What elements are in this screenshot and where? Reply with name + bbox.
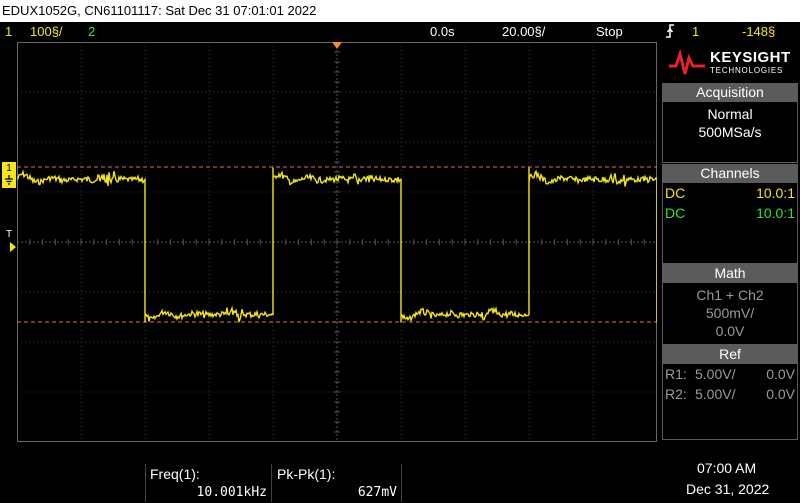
acquisition-header[interactable]: Acquisition (662, 83, 798, 101)
ch1-number[interactable]: 1 (5, 22, 12, 42)
measurement-freq[interactable]: Freq(1): 10.001kHz (145, 464, 272, 502)
brand-logo: KEYSIGHT TECHNOLOGIES (660, 42, 800, 82)
math-offset: 0.0V (715, 323, 745, 339)
measurement-bar: Freq(1): 10.001kHz Pk-Pk(1): 627mV 07:00… (0, 460, 800, 503)
keysight-logo-icon (669, 48, 705, 75)
ref2-scale: 5.00V/ (695, 386, 736, 402)
ch1-ground-label: 1 (6, 163, 12, 174)
pkpk-label: Pk-Pk(1): (277, 466, 336, 482)
waveform-display[interactable] (17, 42, 657, 442)
ch2-coupling: DC (665, 205, 686, 221)
ch2-probe: 10.0:1 (756, 205, 795, 221)
math-panel[interactable]: Ch1 + Ch2 500mV/ 0.0V (662, 282, 798, 345)
ref2-label: R2: (665, 386, 687, 402)
time-scale[interactable]: 20.00§/ (502, 22, 545, 42)
time-delay[interactable]: 0.0s (430, 22, 455, 42)
ref2-offset: 0.0V (766, 386, 795, 402)
ref-panel[interactable]: R1: 5.00V/ 0.0V R2: 5.00V/ 0.0V (662, 363, 798, 440)
pkpk-value: 627mV (357, 485, 397, 500)
ground-icon (5, 175, 13, 185)
clock-time: 07:00 AM (697, 460, 757, 476)
brand-sub: TECHNOLOGIES (710, 66, 784, 75)
ch1-coupling: DC (665, 185, 686, 201)
trigger-level-marker[interactable]: T (6, 229, 12, 240)
measurement-pkpk[interactable]: Pk-Pk(1): 627mV (273, 464, 402, 502)
ref-header[interactable]: Ref (662, 345, 798, 363)
acquisition-panel[interactable]: Normal 500MSa/s (662, 101, 798, 163)
ref1-scale: 5.00V/ (695, 366, 736, 382)
trigger-level-label: T (6, 229, 13, 240)
ch2-number[interactable]: 2 (88, 22, 95, 42)
ch1-scale[interactable]: 100§/ (30, 22, 63, 42)
freq-label: Freq(1): (150, 466, 200, 482)
ref1-offset: 0.0V (766, 366, 795, 382)
window-title: EDUX1052G, CN61101117: Sat Dec 31 07:01:… (0, 0, 800, 22)
clock-date: Dec 31, 2022 (686, 481, 770, 497)
math-header[interactable]: Math (662, 264, 798, 282)
math-expr: Ch1 + Ch2 (696, 287, 764, 303)
trigger-level-arrow (10, 242, 16, 252)
brand-name: KEYSIGHT (710, 49, 791, 66)
math-scale: 500mV/ (705, 305, 755, 321)
acq-rate: 500MSa/s (698, 124, 762, 140)
ref1-label: R1: (665, 366, 687, 382)
ch1-ground-marker[interactable]: 1 (2, 162, 16, 188)
trigger-level[interactable]: -148§ (742, 22, 775, 42)
freq-value: 10.001kHz (196, 485, 267, 500)
trigger-source[interactable]: 1 (692, 22, 699, 42)
side-panel: KEYSIGHT TECHNOLOGIES Acquisition Normal… (660, 42, 800, 442)
status-bar: 1 100§/ 2 0.0s 20.00§/ Stop 1 -148§ (0, 22, 800, 42)
channels-panel[interactable]: DC 10.0:1 DC 10.0:1 (662, 182, 798, 264)
run-state[interactable]: Stop (596, 22, 623, 42)
acq-mode: Normal (707, 106, 753, 122)
ch1-probe: 10.0:1 (756, 185, 795, 201)
channels-header[interactable]: Channels (662, 164, 798, 182)
